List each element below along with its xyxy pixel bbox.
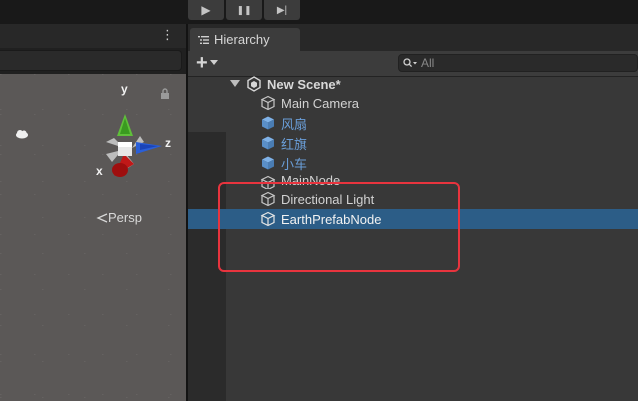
projection-label: Persp	[108, 210, 142, 225]
plus-icon: +	[196, 52, 208, 74]
search-input[interactable]	[417, 56, 625, 70]
item-label: Main Camera	[281, 95, 360, 111]
gameobject-icon	[260, 95, 276, 111]
expand-arrow-icon[interactable]	[230, 80, 240, 88]
scene-name: New Scene*	[267, 76, 341, 92]
unity-scene-icon	[247, 76, 261, 92]
prefab-icon	[262, 156, 274, 170]
top-toolbar: ▶ ❚❚ ▶|	[0, 0, 638, 24]
gameobject-icon	[260, 175, 276, 189]
scene-root-row[interactable]: New Scene*	[188, 74, 638, 94]
step-icon: ▶|	[276, 4, 288, 16]
add-object-button[interactable]: +	[196, 53, 226, 73]
step-button[interactable]: ▶|	[264, 0, 300, 20]
perspective-icon	[96, 213, 108, 223]
x-axis-label: x	[96, 164, 103, 178]
item-label: 风扇	[281, 116, 308, 132]
hierarchy-item-red-flag[interactable]: 红旗	[188, 133, 638, 153]
pause-button[interactable]: ❚❚	[226, 0, 262, 20]
list-icon	[198, 35, 209, 44]
item-label: 红旗	[281, 136, 308, 152]
hierarchy-tree: New Scene* Main Camera 风扇 红旗 小车 MainNode…	[188, 74, 638, 401]
prefab-icon	[262, 136, 274, 150]
item-label: 小车	[281, 156, 308, 172]
hierarchy-panel: Hierarchy + All New Scene* Main Camera 风…	[188, 24, 638, 401]
hierarchy-item-main-node[interactable]: MainNode	[188, 173, 638, 189]
hierarchy-item-directional-light[interactable]: Directional Light	[188, 189, 638, 209]
gameobject-icon	[260, 211, 276, 227]
light-gizmo-icon[interactable]	[14, 128, 30, 140]
tab-hierarchy[interactable]: Hierarchy	[190, 28, 300, 51]
item-label: EarthPrefabNode	[281, 211, 382, 227]
item-label: MainNode	[281, 173, 341, 188]
scene-header: ⋮	[0, 24, 186, 48]
tab-label: Hierarchy	[214, 32, 270, 47]
y-axis-label: y	[121, 82, 128, 96]
hierarchy-item-car[interactable]: 小车	[188, 153, 638, 173]
lock-icon[interactable]	[160, 88, 170, 100]
hierarchy-item-main-camera[interactable]: Main Camera	[188, 93, 638, 113]
scene-viewport[interactable]: y z x Persp	[0, 74, 186, 401]
scene-search-bar[interactable]	[0, 50, 182, 71]
item-label: Directional Light	[281, 191, 375, 207]
scene-panel: ⋮ y z x Persp	[0, 24, 186, 401]
hierarchy-search-box[interactable]	[398, 54, 638, 72]
more-options-icon[interactable]: ⋮	[161, 28, 174, 42]
play-button[interactable]: ▶	[188, 0, 224, 20]
hierarchy-item-fan[interactable]: 风扇	[188, 113, 638, 133]
play-icon: ▶	[201, 3, 211, 17]
search-icon	[403, 58, 417, 68]
gameobject-icon	[260, 191, 276, 207]
z-axis-label: z	[165, 136, 171, 150]
hierarchy-item-earth-prefab-node[interactable]: EarthPrefabNode	[188, 209, 638, 229]
chevron-down-icon	[209, 60, 218, 65]
pause-icon: ❚❚	[236, 4, 252, 15]
projection-toggle[interactable]: Persp	[96, 210, 142, 225]
prefab-icon	[262, 116, 274, 130]
